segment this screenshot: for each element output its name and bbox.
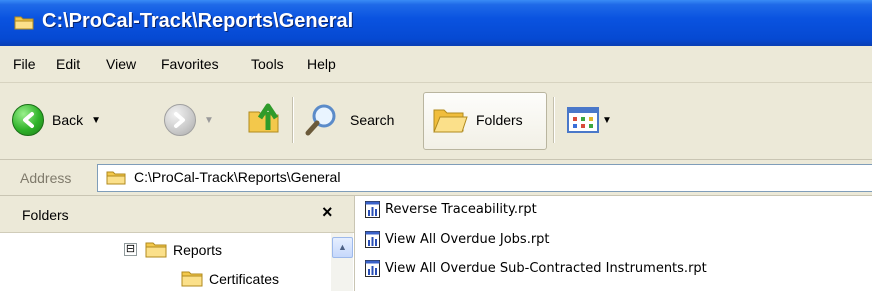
- menu-edit[interactable]: Edit: [56, 56, 80, 72]
- folders-button[interactable]: Folders: [423, 92, 547, 150]
- toolbar-separator: [292, 97, 294, 143]
- forward-dropdown-icon[interactable]: ▼: [204, 115, 214, 126]
- folders-pane: Folders × ⊟ Reports Certificates ▲: [0, 196, 355, 291]
- address-bar: Address C:\ProCal-Track\Reports\General: [0, 160, 872, 196]
- toolbar-separator: [553, 97, 555, 143]
- folder-icon: [145, 242, 167, 258]
- search-icon: [305, 104, 336, 136]
- scroll-up-arrow-icon[interactable]: ▲: [332, 237, 353, 258]
- up-button[interactable]: [246, 100, 282, 136]
- title-bar[interactable]: C:\ProCal-Track\Reports\General: [0, 0, 872, 46]
- folder-icon: [106, 171, 126, 185]
- folders-icon: [433, 109, 468, 133]
- file-item[interactable]: View All Overdue Sub-Contracted Instrume…: [365, 260, 707, 277]
- report-file-icon: [365, 201, 380, 218]
- file-name: View All Overdue Jobs.rpt: [385, 232, 550, 247]
- folders-pane-title: Folders: [22, 207, 69, 223]
- menu-tools[interactable]: Tools: [251, 56, 284, 72]
- address-label: Address: [20, 170, 72, 186]
- file-name: Reverse Traceability.rpt: [385, 202, 537, 217]
- file-item[interactable]: View All Overdue Jobs.rpt: [365, 231, 550, 248]
- views-button[interactable]: ▼: [567, 106, 612, 134]
- search-label: Search: [350, 112, 395, 128]
- views-icon: [567, 107, 599, 133]
- close-icon[interactable]: ×: [322, 202, 333, 223]
- report-file-icon: [365, 260, 380, 277]
- folders-pane-header: Folders ×: [0, 196, 354, 233]
- folders-scrollbar[interactable]: ▲: [331, 233, 353, 291]
- toolbar: Back ▼ ▼ Search Folders ▼: [0, 83, 872, 160]
- window-title: C:\ProCal-Track\Reports\General: [42, 10, 354, 32]
- views-dropdown-icon[interactable]: ▼: [602, 115, 612, 126]
- file-list: Reverse Traceability.rpt View All Overdu…: [355, 196, 872, 291]
- back-arrow-icon: [12, 104, 44, 136]
- file-item[interactable]: Reverse Traceability.rpt: [365, 201, 537, 218]
- menu-view[interactable]: View: [106, 56, 136, 72]
- menu-help[interactable]: Help: [307, 56, 336, 72]
- folder-icon: [181, 271, 203, 287]
- file-name: View All Overdue Sub-Contracted Instrume…: [385, 261, 707, 276]
- menu-favorites[interactable]: Favorites: [161, 56, 219, 72]
- address-input[interactable]: C:\ProCal-Track\Reports\General: [97, 164, 872, 192]
- up-folder-icon: [248, 103, 279, 133]
- explorer-window: C:\ProCal-Track\Reports\General File Edi…: [0, 0, 872, 291]
- report-file-icon: [365, 231, 380, 248]
- tree-label: Reports: [173, 241, 223, 258]
- address-value: C:\ProCal-Track\Reports\General: [134, 169, 341, 185]
- forward-arrow-icon: [164, 104, 196, 136]
- forward-button[interactable]: ▼: [164, 104, 214, 136]
- folders-label: Folders: [476, 112, 523, 128]
- search-button[interactable]: Search: [304, 103, 394, 137]
- folder-icon: [14, 16, 34, 30]
- back-button[interactable]: Back ▼: [12, 104, 101, 136]
- collapse-icon[interactable]: ⊟: [124, 243, 137, 256]
- back-dropdown-icon[interactable]: ▼: [91, 115, 101, 126]
- tree-label: Certificates: [209, 270, 280, 287]
- back-label: Back: [52, 112, 84, 128]
- tree-item-certificates[interactable]: Certificates: [181, 270, 279, 287]
- menu-bar: File Edit View Favorites Tools Help: [0, 46, 872, 83]
- tree-item-reports[interactable]: ⊟ Reports: [124, 241, 222, 258]
- menu-file[interactable]: File: [13, 56, 36, 72]
